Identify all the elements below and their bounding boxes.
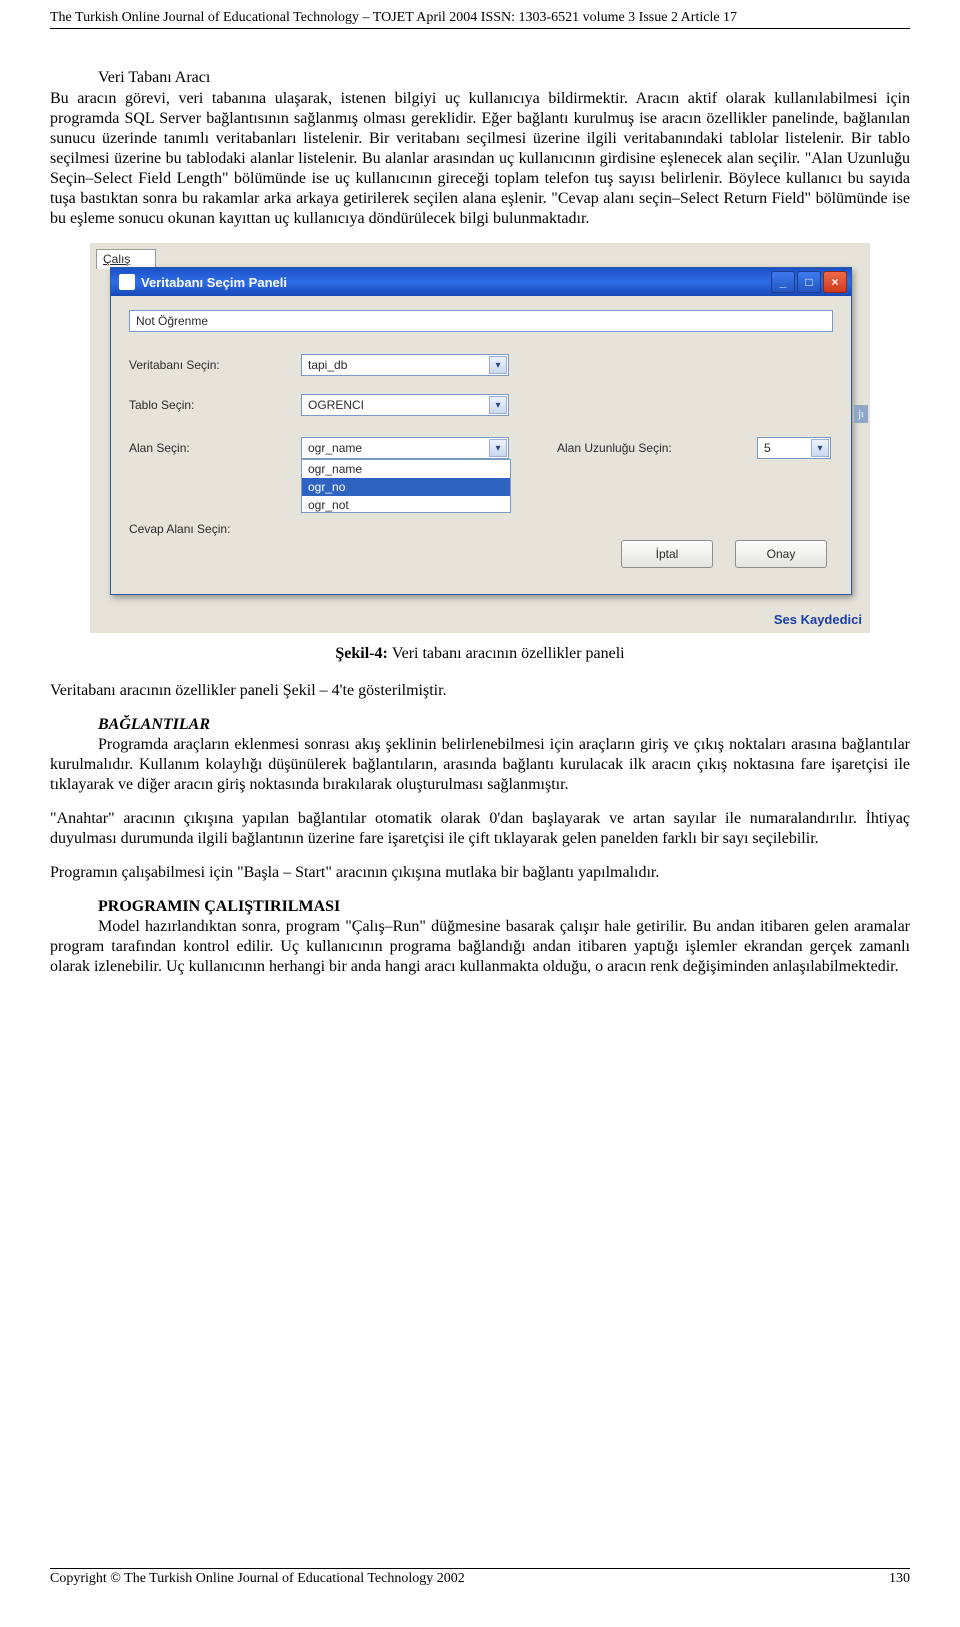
section2-title: BAĞLANTILAR <box>50 715 910 735</box>
name-input[interactable] <box>129 310 833 332</box>
figure-caption-prefix: Şekil-4: <box>335 645 391 662</box>
cancel-button[interactable]: İptal <box>621 540 713 568</box>
panel-body: Veritabanı Seçin: tapi_db ▾ Tablo Seçin:… <box>111 296 851 594</box>
figure-caption-text: Veri tabanı aracının özellikler paneli <box>392 645 625 662</box>
field-combo-value: ogr_name <box>308 441 362 455</box>
table-label: Tablo Seçin: <box>129 398 194 412</box>
section1-title: Veri Tabanı Aracı <box>50 69 910 87</box>
db-label: Veritabanı Seçin: <box>129 358 220 372</box>
background-tab[interactable]: Çalış <box>96 249 156 269</box>
side-strip-fragment: jı <box>854 405 868 423</box>
minimize-button[interactable]: _ <box>771 271 795 293</box>
table-combo-value: OGRENCI <box>308 398 364 412</box>
window-icon <box>119 274 135 290</box>
section1-body: Bu aracın görevi, veri tabanına ulaşarak… <box>50 89 910 229</box>
page-footer: Copyright © The Turkish Online Journal o… <box>50 1568 910 1587</box>
field-listbox-option[interactable]: ogr_name <box>302 460 510 478</box>
window-title: Veritabanı Seçim Paneli <box>141 275 287 290</box>
figure-caption: Şekil-4: Veri tabanı aracının özellikler… <box>50 645 910 663</box>
field-length-value: 5 <box>764 441 771 455</box>
dropdown-icon: ▾ <box>489 396 507 414</box>
footer-copyright: Copyright © The Turkish Online Journal o… <box>50 1571 465 1587</box>
section2-body: Programda araçların eklenmesi sonrası ak… <box>50 735 910 795</box>
close-button[interactable]: × <box>823 271 847 293</box>
field-listbox-option[interactable]: ogr_no <box>302 478 510 496</box>
screenshot-figure: Çalış Veritabanı Seçim Paneli _ □ × Veri… <box>90 243 870 633</box>
page-number: 130 <box>889 1571 910 1587</box>
window-buttons: _ □ × <box>771 271 847 293</box>
field-listbox-option[interactable]: ogr_not <box>302 496 510 513</box>
field-length-label: Alan Uzunluğu Seçin: <box>557 441 672 455</box>
section3-title: PROGRAMIN ÇALIŞTIRILMASI <box>50 897 910 917</box>
section3-body: Model hazırlandıktan sonra, program "Çal… <box>50 917 910 977</box>
return-field-label: Cevap Alanı Seçin: <box>129 522 230 536</box>
ok-button[interactable]: Onay <box>735 540 827 568</box>
dropdown-icon: ▾ <box>489 439 507 457</box>
dropdown-icon: ▾ <box>489 356 507 374</box>
para-basla: Programın çalışabilmesi için "Başla – St… <box>50 863 910 883</box>
journal-header: The Turkish Online Journal of Educationa… <box>50 10 910 29</box>
name-input-row <box>129 310 833 334</box>
maximize-button[interactable]: □ <box>797 271 821 293</box>
background-app-label: Ses Kaydedici <box>774 612 862 627</box>
field-length-combo[interactable]: 5 ▾ <box>757 437 831 459</box>
maximize-icon: □ <box>805 275 812 289</box>
close-icon: × <box>831 275 838 289</box>
minimize-icon: _ <box>780 275 787 289</box>
field-listbox[interactable]: ogr_name ogr_no ogr_not <box>301 459 511 513</box>
dialog-window: Veritabanı Seçim Paneli _ □ × Veritabanı… <box>110 267 852 595</box>
table-combo[interactable]: OGRENCI ▾ <box>301 394 509 416</box>
field-combo[interactable]: ogr_name ▾ <box>301 437 509 459</box>
para-anahtar: "Anahtar" aracının çıkışına yapılan bağl… <box>50 809 910 849</box>
db-combo-value: tapi_db <box>308 358 347 372</box>
after-caption-para: Veritabanı aracının özellikler paneli Şe… <box>50 681 910 701</box>
db-combo[interactable]: tapi_db ▾ <box>301 354 509 376</box>
dropdown-icon: ▾ <box>811 439 829 457</box>
title-bar: Veritabanı Seçim Paneli _ □ × <box>111 268 851 296</box>
field-label: Alan Seçin: <box>129 441 190 455</box>
